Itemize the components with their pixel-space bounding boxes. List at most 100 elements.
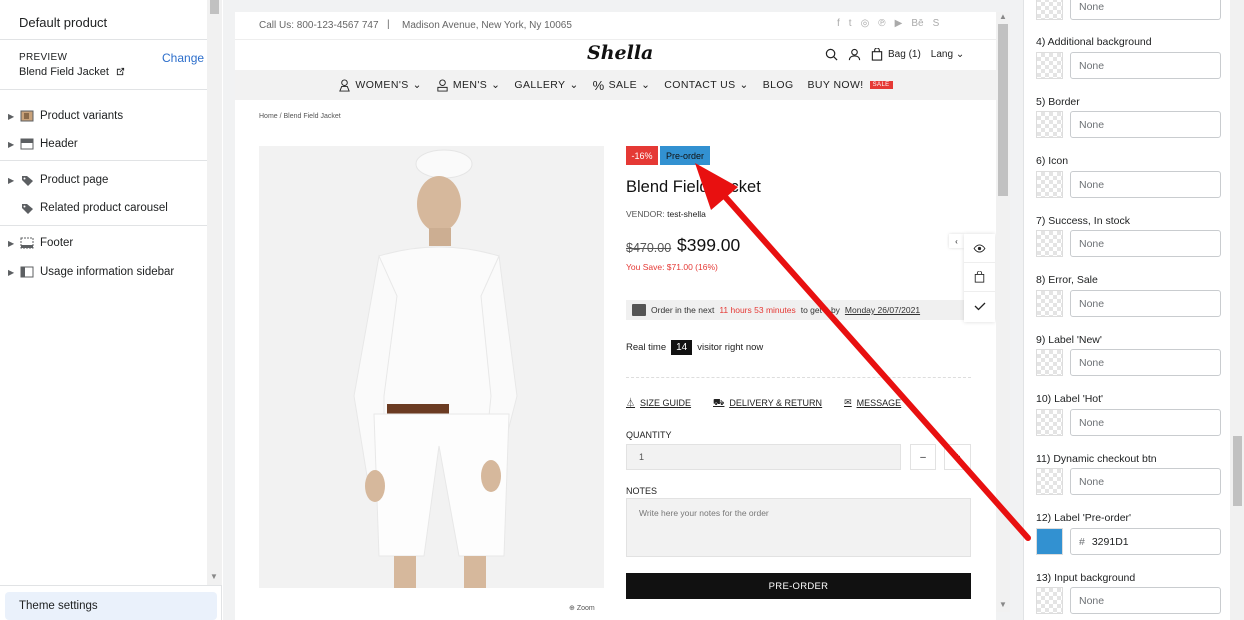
caret-right-icon[interactable]: ▶ [8, 176, 16, 185]
color-input[interactable]: None [1070, 230, 1221, 257]
youtube-icon[interactable]: ▶ [895, 18, 903, 29]
color-input[interactable]: None [1070, 52, 1221, 79]
compare-price: $470.00 [626, 241, 672, 255]
quantity-plus-button[interactable]: + [944, 444, 971, 470]
sidebar-item-product-page[interactable]: ▶ Product page [0, 168, 207, 192]
cart-button[interactable] [964, 263, 995, 292]
sidebar-scrollbar[interactable]: ▼ [207, 0, 222, 585]
quantity-minus-button[interactable]: – [910, 444, 936, 470]
chevron-left-icon[interactable]: ‹ [949, 234, 964, 248]
caret-right-icon[interactable]: ▶ [8, 140, 16, 149]
color-swatch[interactable] [1036, 290, 1063, 317]
nav-buy-now[interactable]: BUY NOW! SALE [808, 79, 893, 91]
color-input[interactable]: None [1070, 468, 1221, 495]
store-topbar: Call Us: 800-123-4567 747 | Madison Aven… [235, 12, 996, 40]
notes-textarea[interactable]: Write here your notes for the order [626, 498, 971, 557]
countdown-date: Monday 26/07/2021 [844, 305, 921, 315]
scrollbar-thumb[interactable] [210, 0, 219, 14]
message-link[interactable]: ✉ MESSAGE [844, 396, 901, 409]
delivery-countdown: Order in the next 11 hours 53 minutes to… [626, 300, 971, 320]
twitter-icon[interactable]: t [849, 18, 852, 29]
user-icon[interactable] [848, 48, 861, 61]
change-preview-link[interactable]: Change [162, 51, 204, 65]
caret-right-icon[interactable]: ▶ [8, 268, 16, 277]
link-label: DELIVERY & RETURN [729, 397, 823, 408]
sidebar-item-footer[interactable]: ▶ Footer [0, 231, 207, 255]
sidebar-item-usage-information-sidebar[interactable]: ▶ Usage information sidebar [0, 260, 207, 284]
behance-icon[interactable]: Bē [911, 18, 923, 29]
scroll-up-icon[interactable]: ▲ [999, 12, 1007, 21]
panel-scrollbar[interactable] [1230, 0, 1244, 620]
delivery-return-link[interactable]: ⛟ DELIVERY & RETURN [713, 396, 822, 409]
nav-blog[interactable]: BLOG [763, 79, 794, 91]
preorder-color-input[interactable]: #3291D1 [1070, 528, 1221, 555]
scrollbar-thumb[interactable] [1233, 436, 1242, 506]
caret-right-icon[interactable]: ▶ [8, 239, 16, 248]
color-swatch[interactable] [1036, 409, 1063, 436]
color-input[interactable]: None [1070, 349, 1221, 376]
floating-tools [964, 234, 995, 322]
preorder-color-swatch[interactable] [1036, 528, 1063, 555]
zoom-icon: ⊕ [569, 605, 575, 612]
preorder-badge: Pre-order [660, 146, 710, 165]
skype-icon[interactable]: S [933, 18, 940, 29]
preorder-button[interactable]: PRE-ORDER [626, 573, 971, 599]
nav-contact-us[interactable]: CONTACT US ⌄ [664, 79, 748, 91]
color-swatch[interactable] [1036, 171, 1063, 198]
scroll-down-icon[interactable]: ▼ [210, 572, 218, 581]
color-label: 4) Additional background [1036, 36, 1152, 48]
breadcrumb[interactable]: Home / Blend Field Jacket [259, 113, 341, 120]
color-input[interactable]: None [1070, 0, 1221, 20]
mail-icon: ✉ [844, 397, 852, 407]
color-swatch[interactable] [1036, 230, 1063, 257]
check-icon [974, 302, 985, 311]
quick-view-button[interactable] [964, 234, 995, 263]
sidebar-item-label: Product page [40, 174, 109, 186]
notes-label: NOTES [626, 486, 658, 496]
facebook-icon[interactable]: f [837, 18, 840, 29]
nav-sale[interactable]: % SALE ⌄ [593, 78, 651, 93]
color-input[interactable]: None [1070, 587, 1221, 614]
size-guide-link[interactable]: ⏃ SIZE GUIDE [626, 396, 691, 409]
preview-scrollbar[interactable]: ▲ ▼ [996, 12, 1010, 612]
check-button[interactable] [964, 292, 995, 321]
realtime-post: visitor right now [697, 342, 764, 353]
color-input[interactable]: None [1070, 290, 1221, 317]
color-label: 13) Input background [1036, 572, 1136, 584]
nav-gallery[interactable]: GALLERY ⌄ [514, 79, 578, 91]
store-address: Madison Avenue, New York, Ny 10065 [402, 20, 572, 31]
color-swatch[interactable] [1036, 468, 1063, 495]
sidebar-item-related-product-carousel[interactable]: Related product carousel [0, 196, 207, 220]
theme-settings-button[interactable]: Theme settings [5, 592, 217, 620]
sidebar-item-header[interactable]: ▶ Header [0, 132, 207, 156]
vendor-value[interactable]: test-shella [667, 209, 706, 219]
caret-right-icon[interactable]: ▶ [8, 112, 16, 121]
color-swatch[interactable] [1036, 349, 1063, 376]
color-input[interactable]: None [1070, 111, 1221, 138]
product-image[interactable] [259, 146, 604, 588]
instagram-icon[interactable]: ◎ [861, 18, 870, 29]
store-logo[interactable]: Shella [587, 42, 653, 64]
color-input[interactable]: None [1070, 171, 1221, 198]
scrollbar-thumb[interactable] [998, 24, 1008, 196]
external-link-icon[interactable] [116, 67, 125, 76]
color-swatch[interactable] [1036, 587, 1063, 614]
sale-badge: -16% [626, 146, 658, 165]
language-selector[interactable]: Lang ⌄ [931, 49, 964, 60]
sidebar-item-product-variants[interactable]: ▶ Product variants [0, 104, 207, 128]
quantity-input[interactable]: 1 [626, 444, 901, 470]
color-swatch[interactable] [1036, 0, 1063, 20]
zoom-control[interactable]: ⊕ Zoom [569, 604, 595, 612]
pinterest-icon[interactable]: ℗ [878, 18, 885, 29]
nav-mens[interactable]: MEN'S ⌄ [436, 78, 501, 92]
scroll-down-icon[interactable]: ▼ [999, 600, 1007, 609]
search-icon[interactable] [825, 48, 838, 61]
color-input[interactable]: None [1070, 409, 1221, 436]
color-swatch[interactable] [1036, 111, 1063, 138]
color-swatch[interactable] [1036, 52, 1063, 79]
nav-womens[interactable]: WOMEN'S ⌄ [338, 78, 421, 92]
divider [0, 160, 207, 161]
preview-label: PREVIEW [19, 52, 68, 63]
chevron-down-icon: ⌄ [641, 79, 651, 91]
bag-link[interactable]: Bag (1) [871, 48, 921, 61]
